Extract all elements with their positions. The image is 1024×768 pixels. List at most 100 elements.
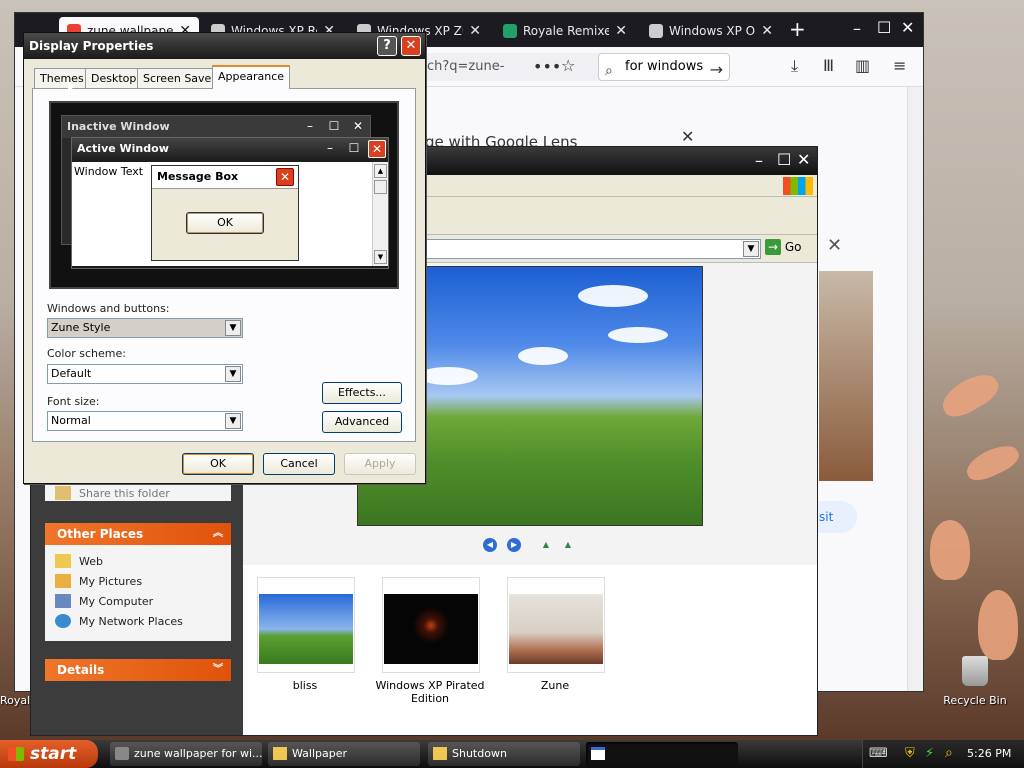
thumbnail-caption: Zune xyxy=(540,679,570,692)
help-icon[interactable]: ? xyxy=(377,36,397,56)
security-shield-icon[interactable]: ⛨ xyxy=(905,746,915,761)
taskbar-button-wallpaper[interactable]: Wallpaper xyxy=(268,742,420,766)
advanced-button[interactable]: Advanced xyxy=(322,411,402,433)
minimize-icon: – xyxy=(327,141,333,155)
minimize-icon: – xyxy=(307,119,313,133)
browser-tab-4[interactable]: Royale Remixed ( ✕ xyxy=(495,17,635,45)
keyboard-icon[interactable]: ⌨ xyxy=(869,746,888,761)
close-icon: ✕ xyxy=(276,168,294,186)
chevron-down-icon[interactable]: ▼ xyxy=(743,241,759,257)
wallpaper-hand xyxy=(978,590,1018,660)
sidebar-icon[interactable]: ▥ xyxy=(855,56,870,75)
place-my-pictures[interactable]: My Pictures xyxy=(55,571,221,591)
maximize-icon[interactable]: ☐ xyxy=(777,150,791,169)
tab-close-icon[interactable]: ✕ xyxy=(615,23,627,39)
menu-icon[interactable]: ≡ xyxy=(893,56,906,75)
chevron-down-icon[interactable]: ▼ xyxy=(225,320,241,336)
details-header[interactable]: Details ︾ xyxy=(45,659,231,681)
panel-close-icon[interactable]: ✕ xyxy=(827,235,842,256)
ok-button[interactable]: OK xyxy=(182,453,254,475)
font-size-select[interactable]: Normal ▼ xyxy=(47,411,243,431)
taskbar-button-label: Shutdown xyxy=(452,747,507,760)
network-icon[interactable]: ⚡ xyxy=(925,746,934,761)
scroll-thumb xyxy=(374,180,387,194)
maximize-icon[interactable]: ☐ xyxy=(877,18,891,37)
effects-button[interactable]: Effects... xyxy=(322,382,402,404)
url-bar[interactable]: ch?q=zune- xyxy=(415,53,610,81)
page-favicon-icon xyxy=(503,24,517,38)
preview-message-box: Message Box ✕ OK xyxy=(151,165,299,261)
cloud xyxy=(608,327,668,343)
other-places-list: Web My Pictures My Computer My Network P… xyxy=(45,545,231,641)
other-places-header[interactable]: Other Places ︽ xyxy=(45,523,231,545)
next-image-icon[interactable]: ▶ xyxy=(507,538,521,552)
recycle-bin-icon[interactable] xyxy=(962,656,988,686)
actual-size-icon[interactable]: ▲ xyxy=(561,538,575,552)
folder-icon xyxy=(273,747,287,760)
apply-button[interactable]: Apply xyxy=(344,453,416,475)
color-scheme-select[interactable]: Default ▼ xyxy=(47,364,243,384)
collapse-icon[interactable]: ︽ xyxy=(213,523,223,545)
arrow-right-icon[interactable]: → xyxy=(710,57,723,83)
tab-themes[interactable]: Themes xyxy=(34,68,90,88)
library-icon[interactable]: Ⅲ xyxy=(823,56,834,75)
search-bar[interactable]: ⌕ for windows → xyxy=(598,53,730,81)
chevron-down-icon[interactable]: ▼ xyxy=(225,413,241,429)
place-web[interactable]: Web xyxy=(55,551,221,571)
minimize-icon[interactable]: – xyxy=(755,151,763,170)
close-icon[interactable]: ✕ xyxy=(401,36,421,56)
taskbar-button-display-properties[interactable] xyxy=(586,742,738,766)
windows-buttons-select[interactable]: Zune Style ▼ xyxy=(47,318,243,338)
taskbar-button-label: Wallpaper xyxy=(292,747,348,760)
clock: 5:26 PM xyxy=(967,747,1012,760)
chevron-down-icon[interactable]: ▼ xyxy=(225,366,241,382)
previous-image-icon[interactable]: ◀ xyxy=(483,538,497,552)
taskbar-button-browser[interactable]: zune wallpaper for wi... xyxy=(110,742,262,766)
taskbar-button-label: zune wallpaper for wi... xyxy=(134,747,262,760)
taskbar-button-shutdown[interactable]: Shutdown xyxy=(428,742,580,766)
expand-icon[interactable]: ︾ xyxy=(213,659,223,681)
thumbnail-zune[interactable] xyxy=(507,577,605,673)
go-button[interactable]: → Go xyxy=(765,239,801,255)
tab-screen-saver[interactable]: Screen Saver xyxy=(137,68,222,88)
place-label: My Computer xyxy=(79,594,154,608)
start-label: start xyxy=(30,744,77,764)
tab-close-icon[interactable]: ✕ xyxy=(469,23,481,39)
color-scheme-value: Default xyxy=(51,367,92,380)
bookmark-star-icon[interactable]: ☆ xyxy=(561,56,575,75)
thumbnail-caption: Windows XP Pirated Edition xyxy=(375,679,485,705)
place-my-computer[interactable]: My Computer xyxy=(55,591,221,611)
cancel-button[interactable]: Cancel xyxy=(263,453,335,475)
dialog-title: Display Properties xyxy=(29,39,154,53)
download-icon[interactable]: ⤓ xyxy=(791,56,798,76)
network-icon xyxy=(55,614,71,628)
start-button[interactable]: start xyxy=(0,740,98,768)
wallpaper-hand xyxy=(930,520,970,580)
thumbnail-pirated-edition[interactable] xyxy=(382,577,480,673)
banner-close-icon[interactable]: ✕ xyxy=(681,127,694,146)
page-actions-icon[interactable]: ••• xyxy=(533,57,561,76)
tab-close-icon[interactable]: ✕ xyxy=(761,23,773,39)
close-icon[interactable]: ✕ xyxy=(797,150,810,169)
pictures-folder-icon xyxy=(55,574,71,588)
new-tab-icon[interactable]: + xyxy=(789,17,806,41)
search-icon[interactable]: ⌕ xyxy=(945,745,953,761)
recycle-bin-label: Recycle Bin xyxy=(943,694,1007,707)
place-my-network-places[interactable]: My Network Places xyxy=(55,611,221,631)
folder-icon xyxy=(433,747,447,760)
tab-appearance[interactable]: Appearance xyxy=(212,65,291,89)
search-icon: ⌕ xyxy=(605,63,613,79)
dialog-title-bar: Display Properties ? ✕ xyxy=(24,33,425,59)
go-label: Go xyxy=(784,240,802,254)
thumbnail-image xyxy=(259,594,353,664)
vertical-scrollbar[interactable] xyxy=(907,87,923,691)
tab-desktop[interactable]: Desktop xyxy=(85,68,143,88)
address-field[interactable]: ▼ xyxy=(423,239,761,259)
font-size-value: Normal xyxy=(51,414,91,427)
share-folder-icon xyxy=(55,486,71,500)
thumbnail-bliss[interactable] xyxy=(257,577,355,673)
close-icon[interactable]: ✕ xyxy=(901,18,914,37)
best-fit-icon[interactable]: ▲ xyxy=(539,538,553,552)
browser-tab-5[interactable]: Windows XP Offi ✕ xyxy=(641,17,781,45)
minimize-icon[interactable]: – xyxy=(853,19,861,38)
